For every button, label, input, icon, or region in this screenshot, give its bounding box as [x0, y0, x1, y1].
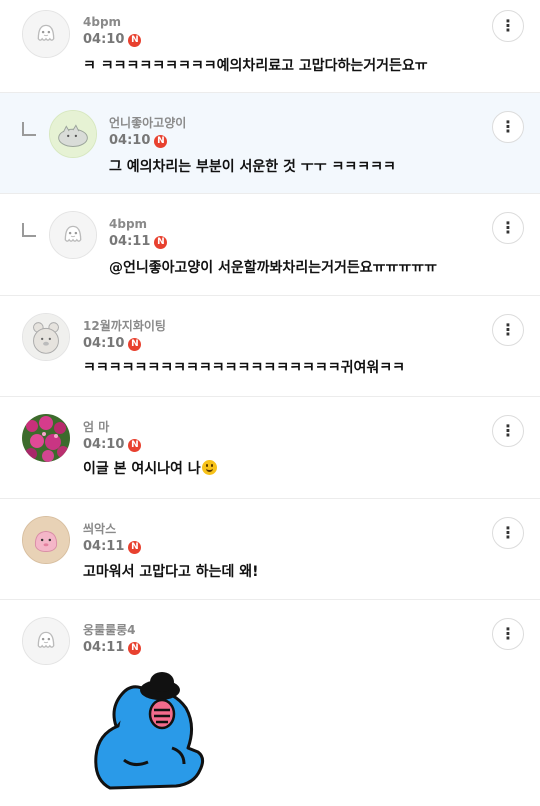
comment-meta: 4bpm 04:10 N — [83, 14, 142, 48]
comment-text: ㅋ ㅋㅋㅋㅋㅋㅋㅋㅋㅋ예의차리료고 고맙다하는거거든요ㅠ — [83, 58, 428, 74]
new-badge: N — [128, 641, 142, 655]
new-badge: N — [128, 540, 142, 554]
comment-text: @언니좋아고양이 서운할까봐차리는거거든요ㅠㅠㅠㅠㅠ — [109, 260, 437, 276]
nickname[interactable]: 언니좋아고양이 — [109, 115, 186, 131]
reply-arrow-icon — [22, 122, 36, 136]
nickname[interactable]: 씌악스 — [83, 521, 141, 537]
more-vertical-icon: ⋮ — [500, 421, 516, 440]
comment-item: 12월까지화이팅 04:10 N ㅋㅋㅋㅋㅋㅋㅋㅋㅋㅋㅋㅋㅋㅋㅋㅋㅋㅋㅋㅋ귀여워… — [0, 296, 540, 397]
blue-character-sticker — [94, 672, 205, 790]
more-options-button[interactable]: ⋮ — [492, 517, 524, 549]
new-badge: N — [128, 33, 142, 47]
new-badge: N — [128, 438, 142, 452]
more-vertical-icon: ⋮ — [500, 320, 516, 339]
more-vertical-icon: ⋮ — [500, 16, 516, 35]
nickname[interactable]: 웅룰룰룽4 — [83, 622, 141, 638]
more-vertical-icon: ⋮ — [500, 218, 516, 237]
avatar[interactable] — [22, 617, 70, 665]
avatar[interactable] — [22, 10, 70, 58]
comment-text: 그 예의차리는 부분이 서운한 것 ㅜㅜ ㅋㅋㅋㅋㅋ — [109, 159, 396, 175]
comment-meta: 언니좋아고양이 04:10 N — [109, 115, 186, 149]
new-badge: N — [154, 134, 168, 148]
smile-emoji-icon — [201, 460, 217, 475]
more-options-button[interactable]: ⋮ — [492, 111, 524, 143]
comment-text: 이글 본 여시나여 나 — [83, 461, 201, 477]
avatar[interactable] — [22, 516, 70, 564]
comment-item: 씌악스 04:11 N 고마워서 고맙다고 하는데 왜! ⋮ — [0, 499, 540, 600]
nickname[interactable]: 12월까지화이팅 — [83, 318, 166, 334]
comment-item: 4bpm 04:10 N ㅋ ㅋㅋㅋㅋㅋㅋㅋㅋㅋ예의차리료고 고맙다하는거거든요… — [0, 0, 540, 93]
comment-text: ㅋㅋㅋㅋㅋㅋㅋㅋㅋㅋㅋㅋㅋㅋㅋㅋㅋㅋㅋㅋ귀여워ㅋㅋ — [83, 360, 405, 376]
new-badge: N — [128, 337, 142, 351]
timestamp: 04:11 — [83, 539, 125, 554]
nickname[interactable]: 4bpm — [109, 216, 167, 232]
nickname[interactable]: 엄 마 — [83, 419, 141, 435]
more-vertical-icon: ⋮ — [500, 624, 516, 643]
avatar[interactable] — [22, 414, 70, 462]
avatar[interactable] — [22, 313, 70, 361]
new-badge: N — [154, 235, 168, 249]
reply-arrow-icon — [22, 223, 36, 237]
timestamp: 04:10 — [83, 32, 125, 47]
comment-item: 언니좋아고양이 04:10 N 그 예의차리는 부분이 서운한 것 ㅜㅜ ㅋㅋㅋ… — [0, 93, 540, 194]
avatar[interactable] — [49, 211, 97, 259]
comment-item: 엄 마 04:10 N 이글 본 여시나여 나 ⋮ — [0, 397, 540, 499]
more-options-button[interactable]: ⋮ — [492, 212, 524, 244]
nickname[interactable]: 4bpm — [83, 14, 141, 30]
comment-meta: 12월까지화이팅 04:10 N — [83, 318, 166, 352]
more-vertical-icon: ⋮ — [500, 117, 516, 136]
comment-text-row: 이글 본 여시나여 나 — [83, 460, 217, 478]
timestamp: 04:11 — [109, 234, 151, 249]
comment-meta: 엄 마 04:10 N — [83, 419, 142, 453]
timestamp: 04:10 — [83, 336, 125, 351]
more-vertical-icon: ⋮ — [500, 523, 516, 542]
comment-meta: 씌악스 04:11 N — [83, 521, 142, 555]
more-options-button[interactable]: ⋮ — [492, 618, 524, 650]
comment-item: 웅룰룰룽4 04:11 N ⋮ — [0, 600, 540, 806]
avatar[interactable] — [49, 110, 97, 158]
comment-item: 4bpm 04:11 N @언니좋아고양이 서운할까봐차리는거거든요ㅠㅠㅠㅠㅠ … — [0, 194, 540, 296]
comment-meta: 4bpm 04:11 N — [109, 216, 168, 250]
comment-text: 고마워서 고맙다고 하는데 왜! — [83, 564, 259, 580]
comment-list: 4bpm 04:10 N ㅋ ㅋㅋㅋㅋㅋㅋㅋㅋㅋ예의차리료고 고맙다하는거거든요… — [0, 0, 540, 806]
timestamp: 04:10 — [109, 133, 151, 148]
more-options-button[interactable]: ⋮ — [492, 314, 524, 346]
timestamp: 04:11 — [83, 640, 125, 655]
timestamp: 04:10 — [83, 437, 125, 452]
more-options-button[interactable]: ⋮ — [492, 415, 524, 447]
more-options-button[interactable]: ⋮ — [492, 10, 524, 42]
comment-meta: 웅룰룰룽4 04:11 N — [83, 622, 142, 656]
